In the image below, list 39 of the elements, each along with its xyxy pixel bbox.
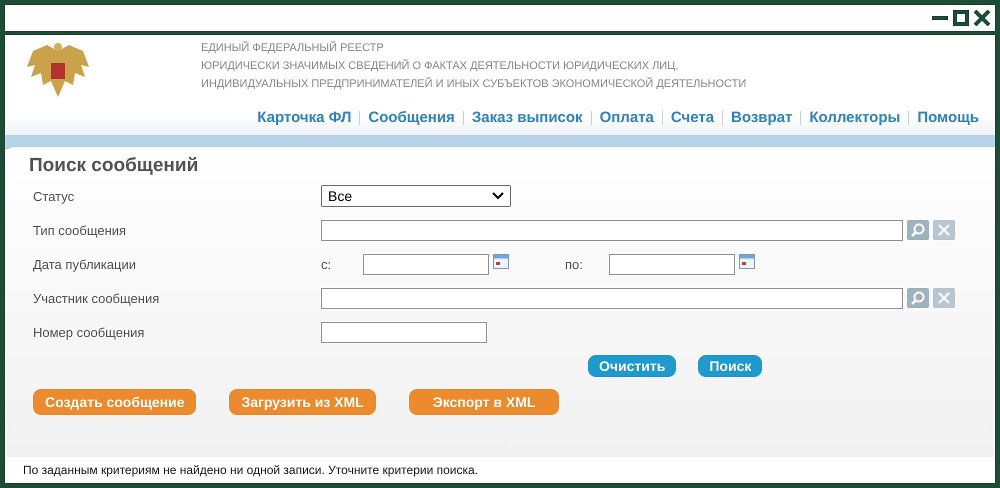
nav-link[interactable]: Счета [662, 109, 722, 126]
date-to-label: по: [565, 256, 584, 272]
input-field[interactable] [321, 322, 487, 342]
action-button[interactable]: Экспорт в XML [408, 389, 560, 415]
maximize-icon[interactable] [953, 10, 969, 26]
input-field[interactable] [321, 288, 903, 308]
nav-link[interactable]: Коллекторы [801, 109, 908, 126]
nav-link[interactable]: Сообщения [360, 109, 463, 126]
form-title: Поиск сообщений [29, 155, 200, 177]
field-label: Статус [32, 188, 76, 204]
close-icon[interactable] [973, 10, 991, 26]
registry-title: ЕДИНЫЙ ФЕДЕРАЛЬНЫЙ РЕЕСТР [201, 41, 385, 56]
calendar-icon[interactable] [493, 253, 509, 269]
action-button[interactable]: Загрузить из XML [229, 389, 376, 415]
field-label: Участник сообщения [32, 290, 160, 306]
date-field[interactable] [609, 254, 735, 274]
action-button[interactable]: Создать сообщение [33, 389, 196, 415]
field-label: Номер сообщения [32, 324, 146, 340]
calendar-icon[interactable] [739, 253, 755, 269]
search-icon[interactable] [907, 220, 929, 240]
nav-link[interactable]: Карточка ФЛ [249, 109, 360, 126]
nav-link[interactable]: Заказ выписок [464, 109, 591, 126]
nav-link[interactable]: Оплата [592, 109, 662, 126]
caret-icon [492, 192, 504, 200]
clear-icon[interactable] [933, 288, 955, 308]
nav-link[interactable]: Помощь [909, 109, 987, 126]
field-label: Дата публикации [32, 256, 137, 272]
registry-title: ЮРИДИЧЕСКИ ЗНАЧИМЫХ СВЕДЕНИЙ О ФАКТАХ ДЕЯТЕЛЬНОСТИ ЮРИДИЧЕСКИХ ЛИЦ, [201, 59, 680, 74]
nav-link[interactable]: Возврат [723, 109, 800, 126]
search-form-button[interactable]: Очистить [588, 355, 676, 377]
clear-icon[interactable] [933, 220, 955, 240]
date-from-label: с: [321, 256, 332, 272]
search-form-button[interactable]: Поиск [698, 355, 762, 377]
status-select[interactable]: Все [321, 185, 511, 207]
date-field[interactable] [363, 254, 489, 274]
registry-title: ИНДИВИДУАЛЬНЫХ ПРЕДПРИНИМАТЕЛЕЙ И ИНЫХ СУБЪЕКТОВ ЭКОНОМИЧЕСКОЙ ДЕЯТЕЛЬНОСТИ [201, 77, 746, 92]
input-field[interactable] [321, 220, 903, 240]
field-label: Тип сообщения [32, 222, 128, 238]
search-icon[interactable] [907, 288, 929, 308]
